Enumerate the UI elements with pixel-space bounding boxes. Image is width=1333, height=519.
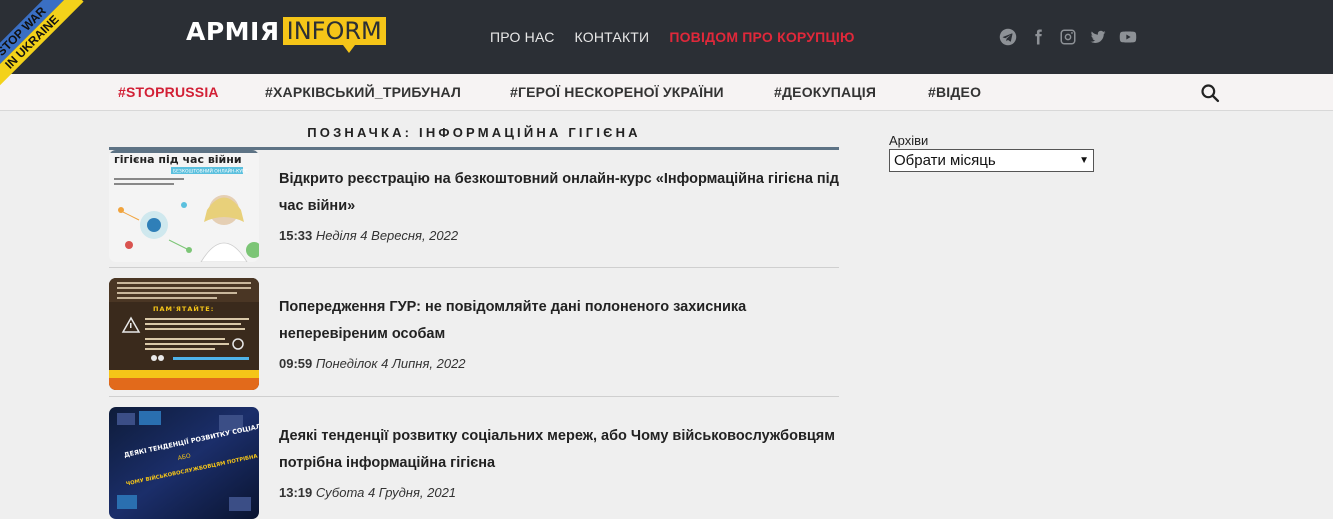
- archive-label: Архіви: [889, 133, 929, 148]
- archive-month-select[interactable]: Обрати місяць ▼: [889, 149, 1094, 172]
- post-time: 15:33: [279, 228, 313, 243]
- search-icon[interactable]: [1200, 83, 1220, 103]
- tag-link-kharkiv-tribunal[interactable]: #ХАРКІВСЬКИЙ_ТРИБУНАЛ: [265, 84, 461, 100]
- tag-link-stoprussia[interactable]: #STOPRUSSIA: [118, 84, 219, 100]
- post-divider: [109, 267, 839, 268]
- thumb-title-text: гігієна під час війни: [114, 153, 242, 166]
- post-title-link[interactable]: Відкрито реєстрацію на безкоштовний онла…: [279, 166, 839, 220]
- logo-text-inform: INFORM: [282, 17, 386, 53]
- post-thumbnail[interactable]: ПАМ'ЯТАЙТЕ:: [109, 278, 259, 390]
- post-thumbnail[interactable]: ДЕЯКІ ТЕНДЕНЦІЇ РОЗВИТКУ СОЦІАЛЬНИХ МЕРЕ…: [109, 407, 259, 519]
- twitter-icon[interactable]: [1089, 28, 1107, 46]
- post-meta: 09:59 Понеділок 4 Липня, 2022: [279, 356, 466, 371]
- archive-select-value: Обрати місяць: [894, 152, 996, 169]
- post-date: Понеділок 4 Липня, 2022: [315, 356, 466, 371]
- tag-link-deoccupation[interactable]: #ДЕОКУПАЦІЯ: [774, 84, 876, 100]
- post-meta: 13:19 Субота 4 Грудня, 2021: [279, 485, 456, 500]
- page-title: ПОЗНАЧКА: ІНФОРМАЦІЙНА ГІГІЄНА: [307, 125, 641, 140]
- site-logo[interactable]: АРМІЯ INFORM: [186, 17, 386, 53]
- social-links: [999, 28, 1137, 46]
- post-thumbnail[interactable]: гігієна під час війни БЕЗКОШТОВНИЙ ОНЛАЙ…: [109, 150, 259, 262]
- top-header: АРМІЯ INFORM ПРО НАС КОНТАКТИ ПОВІДОМ ПР…: [0, 0, 1333, 74]
- post-item: гігієна під час війни БЕЗКОШТОВНИЙ ОНЛАЙ…: [109, 150, 839, 262]
- nav-link-contacts[interactable]: КОНТАКТИ: [575, 29, 650, 45]
- chevron-down-icon: ▼: [1079, 155, 1089, 166]
- nav-link-report-corruption[interactable]: ПОВІДОМ ПРО КОРУПЦІЮ: [669, 29, 854, 45]
- post-title-link[interactable]: Попередження ГУР: не повідомляйте дані п…: [279, 294, 839, 348]
- post-time: 13:19: [279, 485, 313, 500]
- tag-link-video[interactable]: #ВІДЕО: [928, 84, 981, 100]
- post-item: ДЕЯКІ ТЕНДЕНЦІЇ РОЗВИТКУ СОЦІАЛЬНИХ МЕРЕ…: [109, 407, 839, 519]
- youtube-icon[interactable]: [1119, 28, 1137, 46]
- post-date: Субота 4 Грудня, 2021: [315, 485, 457, 500]
- tag-link-heroes[interactable]: #ГЕРОЇ НЕСКОРЕНОЇ УКРАЇНИ: [510, 84, 724, 100]
- post-time: 09:59: [279, 356, 313, 371]
- thumb-sub-text: БЕЗКОШТОВНИЙ ОНЛАЙН-КУРС: [173, 168, 248, 175]
- logo-text-armia: АРМІЯ: [186, 17, 280, 46]
- thumb-title-text: ПАМ'ЯТАЙТЕ:: [153, 304, 214, 313]
- post-meta: 15:33 Неділя 4 Вересня, 2022: [279, 228, 458, 243]
- instagram-icon[interactable]: [1059, 28, 1077, 46]
- nav-link-about[interactable]: ПРО НАС: [490, 29, 555, 45]
- telegram-icon[interactable]: [999, 28, 1017, 46]
- facebook-icon[interactable]: [1029, 28, 1047, 46]
- post-title-link[interactable]: Деякі тенденції розвитку соціальних мере…: [279, 423, 839, 477]
- post-item: ПАМ'ЯТАЙТЕ: Попередження ГУР: не повідом…: [109, 278, 839, 390]
- tag-nav: #STOPRUSSIA #ХАРКІВСЬКИЙ_ТРИБУНАЛ #ГЕРОЇ…: [0, 74, 1333, 111]
- top-nav: ПРО НАС КОНТАКТИ ПОВІДОМ ПРО КОРУПЦІЮ: [490, 29, 855, 45]
- post-date: Неділя 4 Вересня, 2022: [315, 228, 459, 243]
- post-divider: [109, 396, 839, 397]
- stop-war-ribbon[interactable]: STOP WAR IN UKRAINE: [0, 0, 90, 90]
